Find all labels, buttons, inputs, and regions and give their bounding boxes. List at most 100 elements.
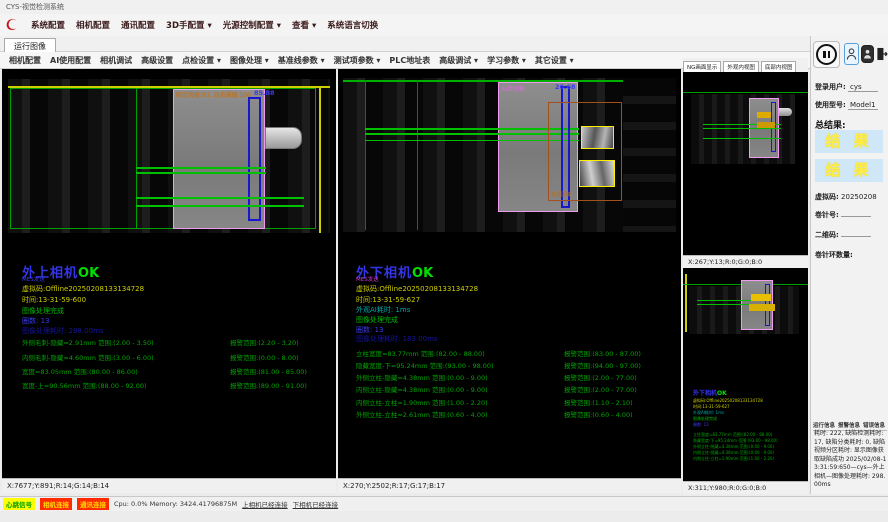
window-titlebar: CYS-视觉检测系统 [0,0,888,14]
measurement-row: 内侧立柱-隐藏=4.38mm 范围:(0.00 - 9.00)报警范围:(2.0… [356,384,686,394]
green-guide-vertical [417,80,418,230]
blue-measure-value: 85.88 [254,89,275,97]
menu-view[interactable]: 查看 ▾ [292,19,316,31]
exit-button[interactable] [876,43,888,65]
measure-text: 内侧立柱-立柱=1.90mm 范围:(1.00 - 2.20) [356,399,488,407]
yellow-defect-mark [751,294,771,301]
dark-background-region [623,78,676,232]
measure-text: 外侧毛刺-隐藏=2.91mm 范围:(2.00 - 3.50) [22,339,154,347]
time-line: 时间:13-31-59-627 [356,295,420,305]
blue-measure-roi [248,97,261,221]
menu-system-config[interactable]: 系统配置 [31,19,65,31]
needle-label: 卷针号: [815,211,839,219]
tool-camera-debug[interactable]: 相机调试 [100,55,132,66]
measure-text: 内侧立柱-隐藏=4.38mm 范围:(0.00 - 9.00) [356,386,488,394]
result-badge-lower: 结 果 [815,159,883,182]
pause-button[interactable] [813,41,840,68]
yellow-defect-roi [581,126,614,149]
green-measure-line [136,167,266,169]
tool-camera-config[interactable]: 相机配置 [9,55,41,66]
needle-value[interactable] [841,216,871,217]
app-window: CYS-视觉检测系统 系统配置 相机配置 通讯配置 3D手配置 ▾ 光源控制配置… [0,0,888,522]
lower-camera-link-text[interactable]: 下相机已经连接 [293,499,339,509]
yellow-defect-mark [749,304,775,311]
tool-advanced-debug[interactable]: 高级调试 ▾ [439,55,478,66]
camera-panel-lower-outer[interactable]: AI检测框 20.68 检测区域 外下相机OK MES发送 虚拟码:Offlin… [338,69,681,478]
login-user-value[interactable]: cys [848,83,878,92]
menu-comm-config[interactable]: 通讯配置 [121,19,155,31]
mes-status: MES发送 [356,275,379,283]
run-log-text[interactable]: 耗时: 222, 缺陷检测耗时: 17, 缺陷分类耗时: 0, 缺陷视频分区耗时… [814,430,887,490]
pixel-coords-thumb-bottom: X:311;Y:980;R:0;G:0;B:0 [683,481,808,494]
exit-door-icon [876,46,888,62]
threshold-annotation: 固定阈值:93, 动态阈值:100 [176,90,251,99]
green-baseline [683,92,808,93]
measure-text: 宽度=83.05mm 范围:(80.00 - 86.00) [22,368,138,376]
right-sidebar: 登录用户: cys 使用型号: Model1 总结果: 结 果 结 果 虚拟码:… [810,36,888,494]
thumbnail-bottom[interactable]: 外下相机OK 虚拟码:Offline20250208133134728 时间:1… [683,268,808,481]
tool-plc-address-table[interactable]: PLC地址表 [389,55,430,66]
tool-advanced-settings[interactable]: 高级设置 [141,55,173,66]
connector-tab [779,108,792,116]
result-ok-label: OK [717,390,727,397]
tab-alarm-info[interactable]: 报警信息 [838,421,860,429]
camera-image-lower: AI检测框 20.68 检测区域 [343,78,676,232]
model-row: 使用型号: Model1 [815,100,887,110]
yellow-baseline-vertical [685,274,687,332]
user-manage-button[interactable] [861,45,874,63]
blue-measure-value: 20.68 [555,83,576,91]
login-user-button[interactable] [844,43,859,65]
thumbnail-top[interactable] [683,72,808,255]
qr-value[interactable] [841,236,871,237]
camera-panel-upper-outer[interactable]: 固定阈值:93, 动态阈值:100 85.88 外上相机OK MES发送 虚拟码… [2,69,336,478]
pixel-coords-thumb-top: X:267;Y:13;R:0;G:0;B:0 [683,255,808,268]
alarm-range: 报警范围:(1.10 - 2.10) [564,397,633,407]
menu-camera-config[interactable]: 相机配置 [76,19,110,31]
model-label: 使用型号: [815,101,846,109]
result-badge-upper: 结 果 [815,130,883,153]
virtual-code-row: 虚拟码: 20250208 [815,192,887,202]
yellow-defect-mark [757,122,775,128]
login-user-label: 登录用户: [815,83,846,91]
elapsed-line: 图像处理耗时: 183.00ms [356,334,438,344]
mes-status: MES发送 [22,275,45,283]
user-icon [846,47,857,61]
measurement-row: 外侧立柱-隐藏=4.38mm 范围:(0.00 - 9.00)报警范围:(2.0… [356,372,686,382]
tab-outer-view[interactable]: 外观内视图 [723,61,759,72]
camera-name: 外下相机 [693,390,717,397]
tab-error-info[interactable]: 错误信息 [863,421,885,429]
tool-baseline-params[interactable]: 基准线参数 ▾ [278,55,325,66]
green-measure-line [136,205,304,207]
upper-camera-link-text[interactable]: 上相机已经连接 [242,499,288,509]
green-guide-vertical [365,80,366,230]
menu-light-control-config[interactable]: 光源控制配置 ▾ [223,19,281,31]
tab-run-image[interactable]: 运行图像 [4,38,56,52]
detect-region-label: 检测区域 [551,191,571,198]
window-title: CYS-视觉检测系统 [6,3,64,11]
measure-text: 外侧立柱-隐藏=4.38mm 范围:(0.00 - 9.00) [356,374,488,382]
tab-bottom-view[interactable]: 底部内视图 [761,61,797,72]
thumbnail-tabs: NG画面显示 外观内视图 底部内视图 [683,58,808,72]
alarm-range: 报警范围:(2.20 - 3.20) [230,337,299,347]
tool-other-settings[interactable]: 其它设置 ▾ [535,55,574,66]
comm-link-badge: 通讯连接 [77,498,109,510]
model-value[interactable]: Model1 [848,101,878,110]
measure-text: 内侧毛刺-隐藏=4.60mm 范围:(3.00 - 6.00) [22,354,154,362]
tool-image-processing[interactable]: 图像处理 ▾ [230,55,269,66]
menu-3d-hand-config[interactable]: 3D手配置 ▾ [166,19,212,31]
mini-camera-title: 外下相机OK [693,388,727,397]
tool-spot-check[interactable]: 点检设置 ▾ [182,55,221,66]
green-guide-vertical [136,88,137,229]
tool-learning-params[interactable]: 学习参数 ▾ [487,55,526,66]
tool-ai-usage-config[interactable]: AI使用配置 [50,55,91,66]
camera-link-badge: 相机连接 [40,498,72,510]
mini-measure-row: 内侧立柱-立柱=1.90mm 范围:(1.00 - 2.20) [693,456,774,462]
tool-test-item-params[interactable]: 测试项参数 ▾ [334,55,381,66]
pixel-coords-left: X:7677;Y:891;R:14;G:14;B:14 [2,478,336,493]
qr-row: 二维码: [815,230,887,240]
tab-run-info[interactable]: 运行信息 [813,421,835,429]
mini-count-line: 圈数: 13 [693,422,709,428]
measurement-row: 外侧立柱-立柱=2.61mm 范围:(0.60 - 4.00)报警范围:(0.6… [356,409,686,419]
menu-language-switch[interactable]: 系统语言切换 [327,19,378,31]
tab-ng-display[interactable]: NG画面显示 [683,61,721,72]
